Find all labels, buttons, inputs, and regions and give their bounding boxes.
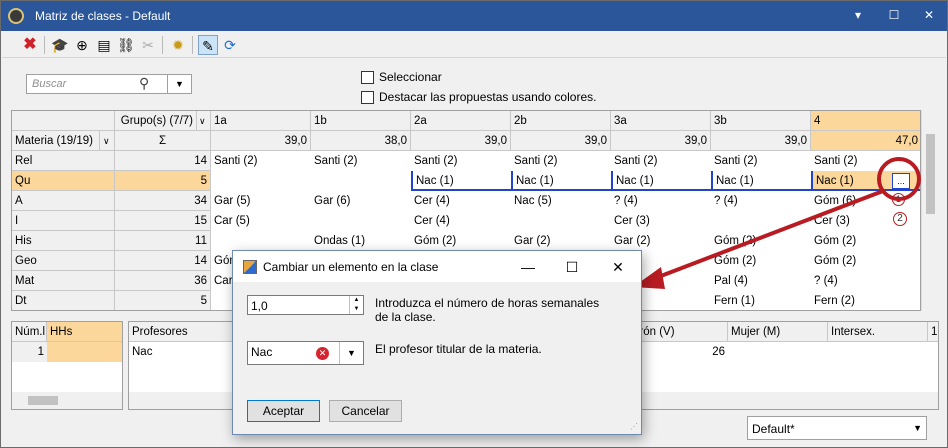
- female-header[interactable]: Mujer (M): [728, 322, 828, 342]
- spinner-arrows[interactable]: ▲ ▼: [349, 296, 363, 314]
- dialog-minimize-button[interactable]: —: [513, 257, 543, 277]
- cancel-button[interactable]: Cancelar: [329, 400, 402, 422]
- hhs-header[interactable]: HHs: [47, 322, 122, 342]
- annotation-arrow-line: [652, 189, 884, 281]
- hours-label: Introduzca el número de horas semanales …: [375, 296, 600, 324]
- teacher-cell[interactable]: Nac: [129, 342, 237, 362]
- teacher-select[interactable]: Nac ✕ ▼: [247, 341, 364, 365]
- teachers-hscrollbar[interactable]: [129, 392, 237, 409]
- row-number: 1: [12, 342, 47, 362]
- hhs-cell[interactable]: [47, 342, 122, 362]
- edit-class-dialog: Cambiar un elemento en la clase — ☐ ✕ 1,…: [232, 250, 642, 435]
- clear-icon[interactable]: ✕: [316, 347, 329, 360]
- gender-hscrollbar[interactable]: [630, 392, 938, 409]
- teachers-panel: Profesores Nac: [128, 321, 238, 410]
- teachers-header[interactable]: Profesores: [129, 322, 237, 342]
- dialog-maximize-button[interactable]: ☐: [557, 257, 587, 277]
- male-count: 26: [712, 346, 725, 358]
- hours-hscrollbar[interactable]: [12, 392, 122, 409]
- extra-header[interactable]: 1: [928, 322, 938, 342]
- hours-value: 1,0: [251, 299, 268, 313]
- scrollbar-thumb[interactable]: [28, 396, 58, 405]
- teacher-value: Nac: [251, 345, 273, 359]
- num-header[interactable]: Núm.l: [12, 322, 47, 342]
- chevron-down-icon[interactable]: ▼: [339, 342, 363, 364]
- intersex-header[interactable]: Intersex.: [828, 322, 928, 342]
- chevron-down-icon[interactable]: ▼: [913, 423, 922, 433]
- annotation-circle: [877, 157, 921, 201]
- teacher-label: El profesor titular de la materia.: [375, 342, 542, 356]
- hours-panel: Núm.l HHs 1: [11, 321, 123, 410]
- accept-button[interactable]: Aceptar: [247, 400, 320, 422]
- gender-panel: arón (V) Mujer (M) Intersex. 1 26: [629, 321, 939, 410]
- dialog-app-icon: [243, 260, 257, 274]
- dialog-title-bar: Cambiar un elemento en la clase — ☐ ✕: [233, 251, 641, 282]
- scenario-value: Default*: [752, 422, 795, 436]
- dialog-title: Cambiar un elemento en la clase: [263, 260, 439, 274]
- scenario-combobox[interactable]: Default* ▼: [747, 416, 927, 440]
- resize-grip-icon[interactable]: ⋰: [630, 422, 638, 431]
- dialog-close-button[interactable]: ✕: [603, 257, 633, 277]
- hours-spinner[interactable]: 1,0 ▲ ▼: [247, 295, 364, 315]
- male-header[interactable]: arón (V): [630, 322, 728, 342]
